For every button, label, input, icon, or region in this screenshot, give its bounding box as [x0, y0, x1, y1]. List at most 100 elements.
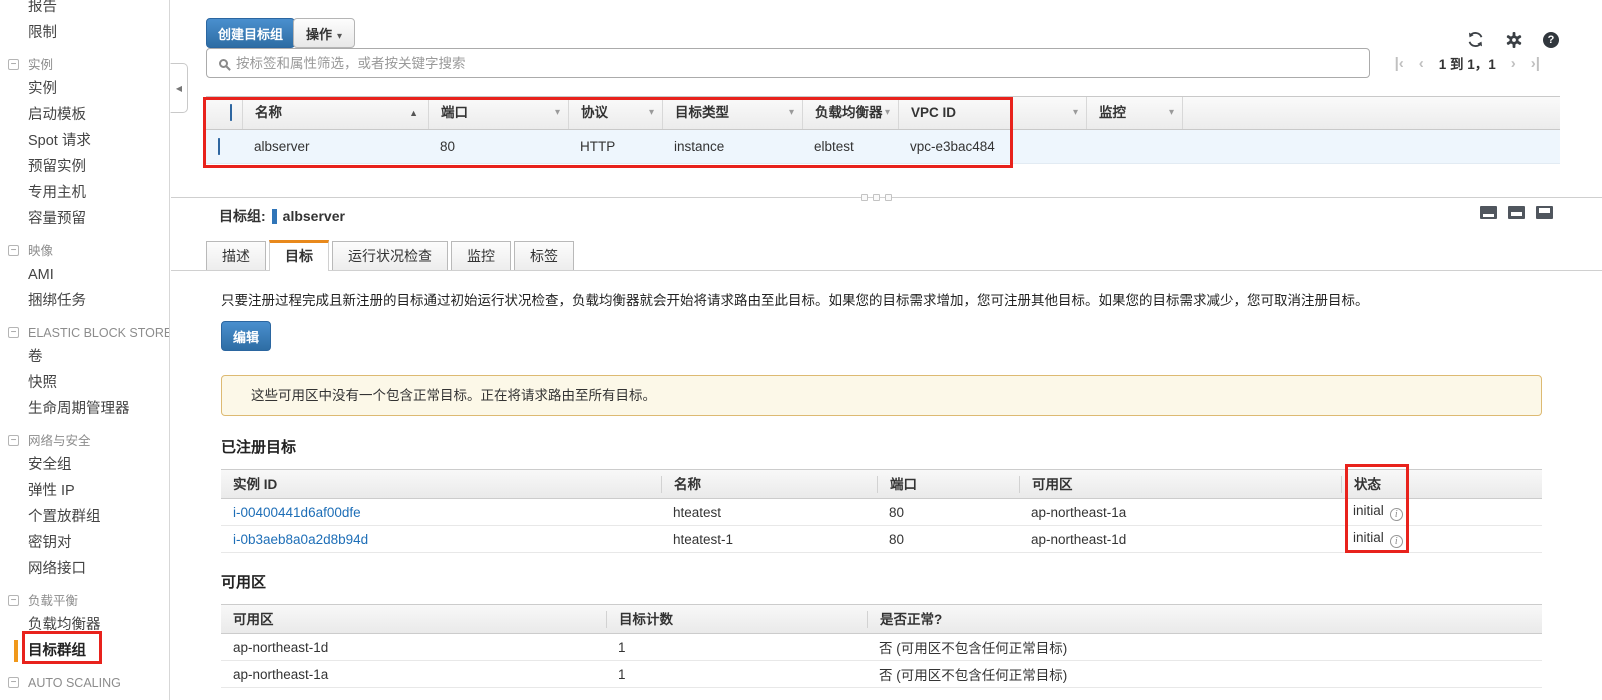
- actions-button[interactable]: 操作▾: [293, 18, 355, 48]
- sidebar-item-snapshots[interactable]: 快照: [0, 370, 169, 396]
- pagination-first-icon[interactable]: |‹: [1395, 55, 1404, 72]
- sidebar-item-bundle-tasks[interactable]: 捆绑任务: [0, 288, 169, 314]
- instance-id-link[interactable]: i-00400441d6af00dfe: [233, 505, 361, 520]
- search-row: |‹ ‹ 1 到 1，1 › ›|: [171, 48, 1602, 88]
- section-label: 映像: [28, 244, 53, 258]
- sidebar-item-launch-templates[interactable]: 启动模板: [0, 102, 169, 128]
- filter-icon[interactable]: ▾: [649, 97, 654, 129]
- sidebar-item-ami[interactable]: AMI: [0, 262, 169, 288]
- sidebar-item-reserved-instances[interactable]: 预留实例: [0, 154, 169, 180]
- tab-targets[interactable]: 目标: [269, 240, 329, 271]
- column-header-az: 可用区: [221, 611, 606, 628]
- sidebar-item-instances[interactable]: 实例: [0, 76, 169, 102]
- filter-icon[interactable]: ▾: [1073, 97, 1078, 129]
- sidebar-section-header-auto-scaling[interactable]: − AUTO SCALING: [0, 672, 169, 694]
- sidebar-item-elastic-ip[interactable]: 弹性 IP: [0, 478, 169, 504]
- column-header-protocol[interactable]: 协议▾: [568, 97, 662, 129]
- column-header-monitoring[interactable]: 监控▾: [1086, 97, 1182, 129]
- sidebar-item-dedicated-hosts[interactable]: 专用主机: [0, 180, 169, 206]
- pagination-last-icon[interactable]: ›|: [1531, 55, 1540, 72]
- section-label: AUTO SCALING: [28, 676, 121, 690]
- sidebar-item-reports[interactable]: 报告: [0, 0, 169, 20]
- sidebar-section-header-network-security[interactable]: − 网络与安全: [0, 430, 169, 452]
- table-row[interactable]: albserver 80 HTTP instance elbtest vpc-e…: [206, 130, 1560, 164]
- sort-asc-icon: ▲: [409, 97, 418, 129]
- registered-targets-title: 已注册目标: [221, 436, 1542, 457]
- column-header-target-type[interactable]: 目标类型▾: [662, 97, 802, 129]
- gear-icon[interactable]: [1505, 31, 1522, 48]
- sidebar-item-target-groups[interactable]: 目标群组: [0, 638, 169, 664]
- search-box: [206, 48, 1370, 78]
- pane-layout-small-icon[interactable]: [1480, 206, 1497, 219]
- sidebar-section-header-images[interactable]: − 映像: [0, 240, 169, 262]
- cell-target-count: 1: [606, 667, 867, 682]
- sidebar-section-header-load-balancing[interactable]: − 负载平衡: [0, 590, 169, 612]
- column-header-spacer: [1182, 97, 1560, 129]
- sidebar-section-load-balancing: − 负载平衡 负载均衡器 目标群组: [0, 590, 169, 664]
- sidebar-section-header-instances[interactable]: − 实例: [0, 54, 169, 76]
- sidebar-item-volumes[interactable]: 卷: [0, 344, 169, 370]
- sidebar-item-limits[interactable]: 限制: [0, 20, 169, 46]
- cell-healthy: 否 (可用区不包含任何正常目标): [867, 664, 1542, 684]
- select-all-header: [206, 97, 242, 129]
- pane-resize-handle[interactable]: [861, 194, 892, 201]
- section-label: 负载平衡: [28, 594, 78, 608]
- column-header-load-balancer[interactable]: 负载均衡器▾: [802, 97, 898, 129]
- refresh-icon[interactable]: [1467, 31, 1484, 48]
- cell-name: albserver: [242, 139, 428, 154]
- sidebar-item-network-interfaces[interactable]: 网络接口: [0, 556, 169, 582]
- sidebar: 报告 限制 − 实例 实例 启动模板 Spot 请求 预留实例 专用主机 容量预…: [0, 0, 170, 700]
- search-input[interactable]: [228, 55, 1369, 72]
- cell-name: hteatest: [661, 505, 877, 520]
- sidebar-item-security-groups[interactable]: 安全组: [0, 452, 169, 478]
- sidebar-section-header-ebs[interactable]: − ELASTIC BLOCK STORE: [0, 322, 169, 344]
- filter-icon[interactable]: ▾: [555, 97, 560, 129]
- pane-layout-large-icon[interactable]: [1536, 206, 1553, 219]
- table-header-row: 名称▲ 端口▾ 协议▾ 目标类型▾ 负载均衡器▾ VPC ID▾ 监控▾: [206, 96, 1560, 130]
- tab-monitoring[interactable]: 监控: [451, 241, 511, 270]
- cell-status: initiali: [1341, 530, 1542, 548]
- cell-name: hteatest-1: [661, 532, 877, 547]
- sidebar-section-network-security: − 网络与安全 安全组 弹性 IP 个置放群组 密钥对 网络接口: [0, 430, 169, 582]
- edit-button[interactable]: 编辑: [221, 321, 271, 351]
- info-icon[interactable]: i: [1390, 508, 1403, 521]
- sidebar-item-key-pairs[interactable]: 密钥对: [0, 530, 169, 556]
- column-header-instance-id: 实例 ID: [221, 476, 661, 493]
- tab-description[interactable]: 描述: [206, 241, 266, 270]
- select-all-checkbox[interactable]: [230, 104, 232, 121]
- detail-title: 目标组: albserver: [219, 206, 1602, 226]
- sidebar-collapse-handle[interactable]: ◀: [170, 63, 188, 113]
- pagination-prev-icon[interactable]: ‹: [1419, 55, 1424, 72]
- detail-tabs: 描述 目标 运行状况检查 监控 标签: [171, 240, 1602, 271]
- column-header-port[interactable]: 端口▾: [428, 97, 568, 129]
- sidebar-item-spot-requests[interactable]: Spot 请求: [0, 128, 169, 154]
- cell-port: 80: [877, 505, 1019, 520]
- sidebar-item-lifecycle-manager[interactable]: 生命周期管理器: [0, 396, 169, 422]
- sidebar-section-ebs: − ELASTIC BLOCK STORE 卷 快照 生命周期管理器: [0, 322, 169, 422]
- sidebar-item-placement-groups[interactable]: 个置放群组: [0, 504, 169, 530]
- filter-icon[interactable]: ▾: [885, 97, 890, 129]
- help-icon[interactable]: ?: [1543, 32, 1559, 48]
- table-row: i-0b3aeb8a0a2d8b94d hteatest-1 80 ap-nor…: [221, 526, 1542, 553]
- column-header-name[interactable]: 名称▲: [242, 97, 428, 129]
- row-checkbox[interactable]: [218, 138, 220, 155]
- sidebar-item-load-balancers[interactable]: 负载均衡器: [0, 612, 169, 638]
- tab-tags[interactable]: 标签: [514, 241, 574, 270]
- filter-icon[interactable]: ▾: [1169, 97, 1174, 129]
- column-header-vpc-id[interactable]: VPC ID▾: [898, 97, 1086, 129]
- cell-az: ap-northeast-1d: [1019, 532, 1341, 547]
- pagination-next-icon[interactable]: ›: [1511, 55, 1516, 72]
- pane-layout-icons: [1480, 206, 1553, 219]
- pane-layout-medium-icon[interactable]: [1508, 206, 1525, 219]
- targets-description: 只要注册过程完成且新注册的目标通过初始运行状况检查，负载均衡器就会开始将请求路由…: [221, 289, 1542, 309]
- target-groups-table: 名称▲ 端口▾ 协议▾ 目标类型▾ 负载均衡器▾ VPC ID▾ 监控▾ alb…: [206, 96, 1560, 164]
- create-target-group-button[interactable]: 创建目标组: [206, 18, 295, 48]
- tab-health-checks[interactable]: 运行状况检查: [332, 241, 448, 270]
- cell-status: initiali: [1341, 503, 1542, 521]
- cell-load-balancer: elbtest: [802, 139, 898, 154]
- info-icon[interactable]: i: [1390, 535, 1403, 548]
- instance-id-link[interactable]: i-0b3aeb8a0a2d8b94d: [233, 532, 368, 547]
- sidebar-item-capacity-reservations[interactable]: 容量预留: [0, 206, 169, 232]
- filter-icon[interactable]: ▾: [789, 97, 794, 129]
- tab-content: 只要注册过程完成且新注册的目标通过初始运行状况检查，负载均衡器就会开始将请求路由…: [171, 289, 1602, 688]
